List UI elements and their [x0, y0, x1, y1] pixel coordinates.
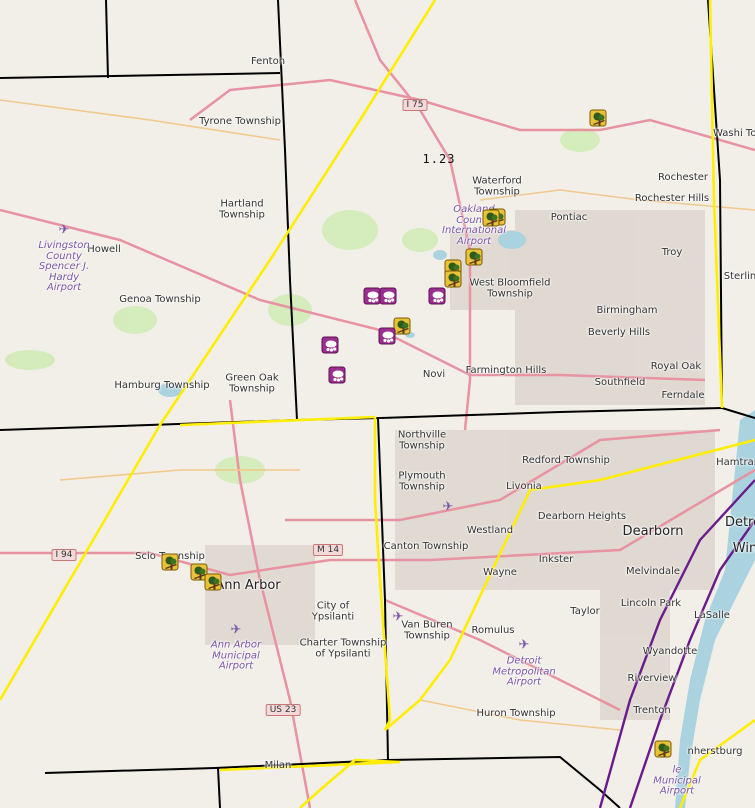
- plane-detroit-airplane-icon: ✈: [518, 637, 530, 653]
- place-label-wyandotte: Wyandotte: [642, 645, 698, 657]
- place-label-royaloak: Royal Oak: [650, 360, 702, 372]
- place-label-birmingham: Birmingham: [596, 304, 658, 316]
- plane-mettetal-airplane-icon: ✈: [442, 499, 454, 515]
- place-label-charter: Charter Township of Ypsilanti: [299, 637, 387, 659]
- place-label-amherstburg: nherstburg: [687, 745, 743, 757]
- place-label-huron: Huron Township: [476, 707, 556, 719]
- wind-damage-report-icon[interactable]: [444, 270, 462, 288]
- airport-label-grosseile: le Municipal Airport: [653, 764, 701, 797]
- place-label-beverlyhills: Beverly Hills: [587, 326, 651, 338]
- hail-report-icon[interactable]: [328, 366, 346, 384]
- place-label-inkster: Inkster: [538, 553, 574, 565]
- wind-damage-report-icon[interactable]: [465, 248, 483, 266]
- place-label-plymouth: Plymouth Township: [398, 470, 446, 492]
- place-label-pontiac: Pontiac: [550, 211, 588, 223]
- map-canvas[interactable]: Fenton Tyrone Township Hartland Township How…: [0, 0, 755, 808]
- place-label-farmington: Farmington Hills: [465, 364, 547, 376]
- place-label-washington: Washi Town: [713, 127, 755, 139]
- place-label-dearbornheights: Dearborn Heights: [537, 510, 627, 522]
- place-label-waterford: Waterford Township: [472, 175, 522, 197]
- place-label-howell: Howell: [87, 243, 121, 255]
- highway-shield-i94: I 94: [51, 549, 77, 561]
- hail-report-icon[interactable]: [321, 336, 339, 354]
- plane-annarbor-airplane-icon: ✈: [230, 622, 242, 638]
- place-label-ferndale: Ferndale: [661, 389, 705, 401]
- place-label-redford: Redford Township: [522, 454, 610, 466]
- place-label-trenton: Trenton: [633, 704, 671, 716]
- reading-value-label: 1.23: [422, 152, 456, 166]
- airport-label-detroit_apt: Detroit Metropolitan Airport: [492, 655, 556, 688]
- highway-shield-m14: M 14: [312, 544, 344, 556]
- airport-label-annarbor_apt: Ann Arbor Municipal Airport: [210, 639, 262, 672]
- hail-report-icon[interactable]: [428, 287, 446, 305]
- place-label-vanburen: Van Buren Township: [401, 619, 453, 641]
- place-label-rochesterhills: Rochester Hills: [634, 192, 710, 204]
- place-label-fenton: Fenton: [250, 55, 286, 67]
- place-label-dearborn: Dearborn: [622, 524, 684, 540]
- place-label-westland: Westland: [466, 524, 514, 536]
- place-label-annarbor: Ann Arbor: [215, 578, 281, 594]
- wind-damage-report-icon[interactable]: [204, 573, 222, 591]
- place-label-greenoak: Green Oak Township: [225, 372, 279, 394]
- place-label-hamburg: Hamburg Township: [114, 379, 210, 391]
- place-label-troy: Troy: [661, 246, 683, 258]
- hail-report-icon[interactable]: [363, 287, 381, 305]
- place-label-riverview: Riverview: [627, 672, 677, 684]
- place-label-taylor: Taylor: [570, 605, 600, 617]
- place-label-hamtramck: Hamtrar: [716, 456, 755, 468]
- airport-label-livingston: Livingston County Spencer J. Hardy Airport: [38, 239, 90, 293]
- highway-shield-us23: US 23: [265, 704, 301, 716]
- place-label-canton: Canton Township: [383, 540, 469, 552]
- place-label-northville: Northville Township: [397, 429, 447, 451]
- place-label-sterling: Sterlin: [723, 270, 755, 282]
- place-label-wayne: Wayne: [483, 566, 517, 578]
- wind-damage-report-icon[interactable]: [589, 109, 607, 127]
- place-label-melvindale: Melvindale: [626, 565, 680, 577]
- place-label-detroit: Detro: [724, 515, 755, 531]
- place-label-rochester: Rochester: [658, 171, 708, 183]
- place-label-hartland: Hartland Township: [219, 198, 265, 220]
- wind-damage-report-icon[interactable]: [654, 740, 672, 758]
- place-label-ypsilanti: City of Ypsilanti: [311, 600, 355, 622]
- place-label-windsor: Win: [732, 541, 755, 557]
- place-label-livonia: Livonia: [506, 480, 542, 492]
- place-label-southfield: Southfield: [594, 376, 646, 388]
- wind-damage-report-icon[interactable]: [482, 209, 500, 227]
- hail-report-icon[interactable]: [379, 287, 397, 305]
- place-label-milan: Milan: [264, 759, 292, 771]
- wind-damage-report-icon[interactable]: [161, 553, 179, 571]
- map-base-layer: [0, 0, 755, 808]
- highway-shield-i75: I 75: [402, 99, 428, 111]
- place-label-tyrone: Tyrone Township: [199, 115, 281, 127]
- hail-report-icon[interactable]: [378, 327, 396, 345]
- place-label-westbloomfield: West Bloomfield Township: [469, 277, 551, 299]
- place-label-lincolnpark: Lincoln Park: [620, 597, 682, 609]
- plane-willowrun-airplane-icon: ✈: [392, 609, 404, 625]
- place-label-novi: Novi: [422, 368, 446, 380]
- plane-livingston-airplane-icon: ✈: [58, 222, 70, 238]
- place-label-romulus: Romulus: [471, 624, 515, 636]
- place-label-lasalle: LaSalle: [694, 609, 730, 621]
- place-label-genoa: Genoa Township: [119, 293, 201, 305]
